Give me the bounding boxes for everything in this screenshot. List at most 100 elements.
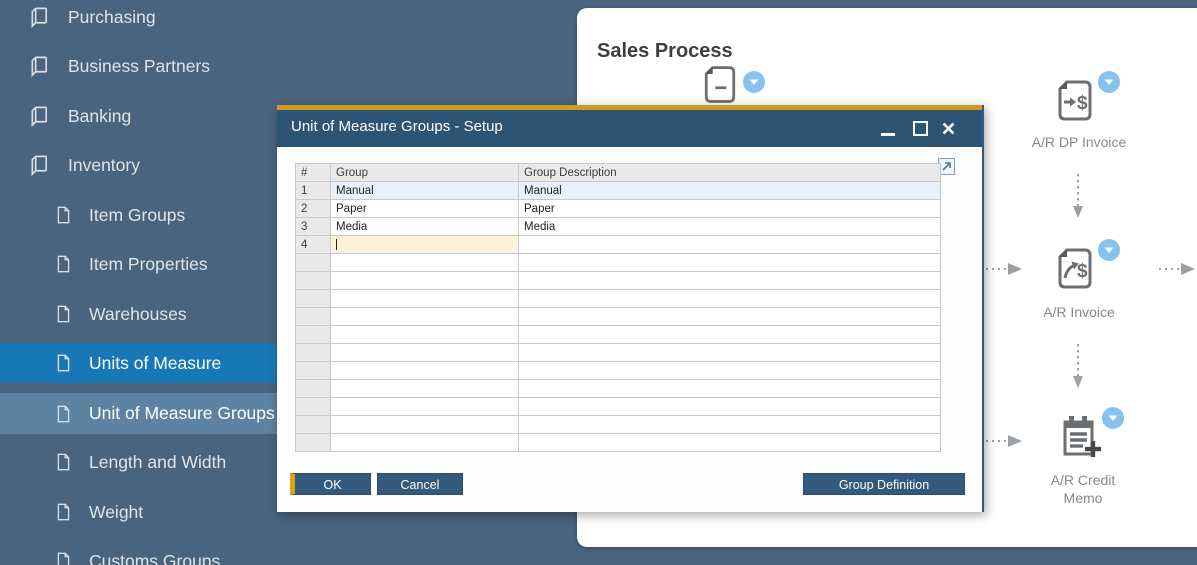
group-cell[interactable] xyxy=(330,433,519,452)
row-number-cell[interactable] xyxy=(295,343,331,362)
group-cell[interactable] xyxy=(330,361,519,380)
row-number-cell[interactable] xyxy=(295,379,331,398)
group-definition-button[interactable]: Group Definition xyxy=(803,473,965,495)
sidebar-item-label: Unit of Measure Groups xyxy=(89,403,275,423)
group-description-cell[interactable]: Manual xyxy=(518,181,941,200)
group-description-cell[interactable] xyxy=(518,289,941,308)
table-row xyxy=(295,343,941,362)
row-number-cell[interactable]: 4 xyxy=(295,235,331,254)
table-row xyxy=(295,307,941,326)
table-row xyxy=(295,325,941,344)
group-cell[interactable] xyxy=(330,325,519,344)
group-description-cell[interactable] xyxy=(518,235,941,254)
dialog-titlebar[interactable]: Unit of Measure Groups - Setup xyxy=(277,110,982,147)
page-icon xyxy=(57,206,70,224)
document-arrow-dollar-icon[interactable]: $ xyxy=(1051,76,1099,126)
chevron-down-badge-icon[interactable] xyxy=(742,70,766,94)
group-description-cell[interactable]: Paper xyxy=(518,199,941,218)
sidebar-item-customs-groups[interactable]: Customs Groups xyxy=(0,541,577,565)
dashed-down-arrow-icon xyxy=(1073,174,1083,218)
group-description-cell[interactable] xyxy=(518,415,941,434)
table-row: 2 Paper Paper xyxy=(295,199,941,218)
dialog-body: # Group Group Description 1 Manual Manual 2… xyxy=(277,147,982,512)
row-number-cell[interactable]: 1 xyxy=(295,181,331,200)
dashed-down-arrow-icon xyxy=(1073,344,1083,388)
sidebar-item-label: Business Partners xyxy=(68,55,211,76)
chevron-down-badge-icon[interactable] xyxy=(1101,406,1125,430)
group-description-cell[interactable] xyxy=(518,361,941,380)
table-row xyxy=(295,289,941,308)
group-description-cell[interactable] xyxy=(518,397,941,416)
document-curved-arrow-dollar-icon[interactable]: $ xyxy=(1051,244,1099,294)
row-number-cell[interactable]: 3 xyxy=(295,217,331,236)
svg-text:$: $ xyxy=(1077,261,1088,282)
group-description-cell[interactable] xyxy=(518,379,941,398)
group-cell[interactable] xyxy=(330,379,519,398)
sidebar-item-label: Warehouses xyxy=(89,303,187,324)
group-description-cell[interactable] xyxy=(518,343,941,362)
group-description-cell[interactable] xyxy=(518,433,941,452)
page-icon xyxy=(57,503,70,521)
group-cell[interactable] xyxy=(330,307,519,326)
node-label-ar-invoice: A/R Invoice xyxy=(1043,304,1115,320)
group-cell[interactable]: Manual xyxy=(330,181,519,200)
group-cell[interactable]: Media xyxy=(330,217,519,236)
group-cell[interactable] xyxy=(330,289,519,308)
row-number-cell[interactable] xyxy=(295,361,331,380)
group-cell[interactable] xyxy=(330,415,519,434)
column-header-group-description: Group Description xyxy=(518,163,941,182)
page-icon xyxy=(57,453,70,471)
sidebar-item-label: Purchasing xyxy=(68,6,156,27)
column-header-number: # xyxy=(295,163,331,182)
dotted-right-arrow-icon xyxy=(1159,263,1195,275)
row-number-cell[interactable] xyxy=(295,415,331,434)
memo-plus-icon[interactable] xyxy=(1055,412,1103,462)
group-cell[interactable] xyxy=(330,253,519,272)
page-icon xyxy=(57,354,70,372)
chevron-down-badge-icon[interactable] xyxy=(1097,238,1121,262)
table-header-row: # Group Group Description xyxy=(295,163,941,182)
table-row xyxy=(295,397,941,416)
svg-text:$: $ xyxy=(1077,93,1088,114)
group-cell[interactable] xyxy=(330,343,519,362)
group-description-cell[interactable] xyxy=(518,307,941,326)
dialog-title: Unit of Measure Groups - Setup xyxy=(291,118,503,135)
panel-title: Sales Process xyxy=(597,40,733,63)
ok-button[interactable]: OK xyxy=(290,473,371,495)
group-description-cell[interactable] xyxy=(518,325,941,344)
sidebar-item-business-partners[interactable]: Business Partners xyxy=(0,46,577,86)
cancel-button[interactable]: Cancel xyxy=(377,473,463,495)
group-cell[interactable]: Paper xyxy=(330,199,519,218)
row-number-cell[interactable]: 2 xyxy=(295,199,331,218)
group-description-cell[interactable] xyxy=(518,253,941,272)
row-number-cell[interactable] xyxy=(295,307,331,326)
chevron-down-badge-icon[interactable] xyxy=(1097,70,1121,94)
row-number-cell[interactable] xyxy=(295,325,331,344)
close-icon[interactable] xyxy=(941,121,956,136)
minimize-icon[interactable] xyxy=(881,133,895,136)
row-number-cell[interactable] xyxy=(295,271,331,290)
page-icon xyxy=(57,305,70,323)
group-description-cell[interactable] xyxy=(518,271,941,290)
group-cell[interactable] xyxy=(330,235,519,254)
text-cursor xyxy=(336,238,337,250)
module-icon xyxy=(31,106,48,128)
row-number-cell[interactable] xyxy=(295,289,331,308)
sidebar-item-label: Item Groups xyxy=(89,204,186,225)
table-row: 1 Manual Manual xyxy=(295,181,941,200)
row-number-cell[interactable] xyxy=(295,433,331,452)
uom-groups-table: # Group Group Description 1 Manual Manual 2… xyxy=(295,163,941,452)
column-header-group: Group xyxy=(330,163,519,182)
maximize-icon[interactable] xyxy=(913,121,928,136)
dotted-right-arrow-icon xyxy=(986,263,1022,275)
group-cell[interactable] xyxy=(330,397,519,416)
sidebar-item-purchasing[interactable]: Purchasing xyxy=(0,0,577,37)
row-number-cell[interactable] xyxy=(295,253,331,272)
sidebar-item-label: Item Properties xyxy=(89,253,208,274)
document-minus-icon[interactable] xyxy=(698,62,742,108)
sidebar-item-label: Banking xyxy=(68,105,132,126)
group-cell[interactable] xyxy=(330,271,519,290)
sidebar-item-label: Weight xyxy=(89,501,144,522)
group-description-cell[interactable]: Media xyxy=(518,217,941,236)
row-number-cell[interactable] xyxy=(295,397,331,416)
